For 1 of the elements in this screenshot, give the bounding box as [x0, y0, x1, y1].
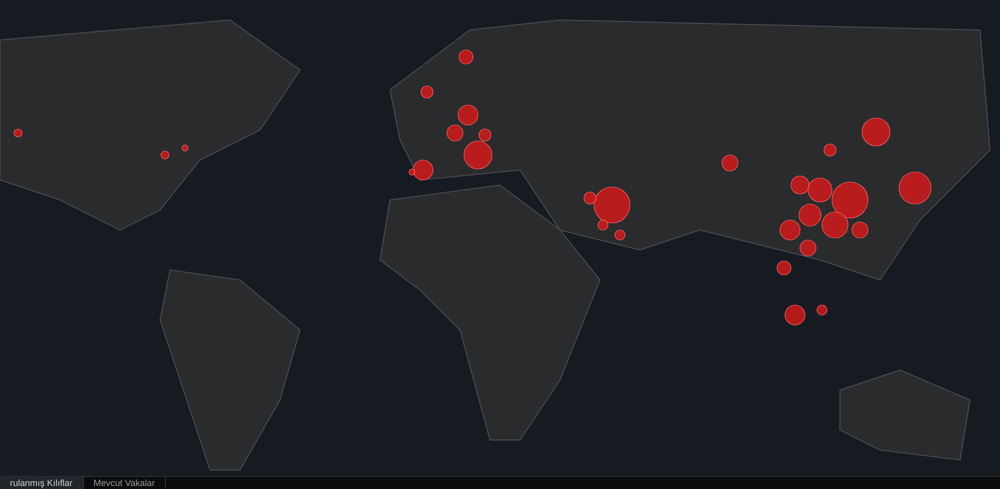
tab[interactable]: rulanmış Kılıflar — [0, 477, 84, 489]
